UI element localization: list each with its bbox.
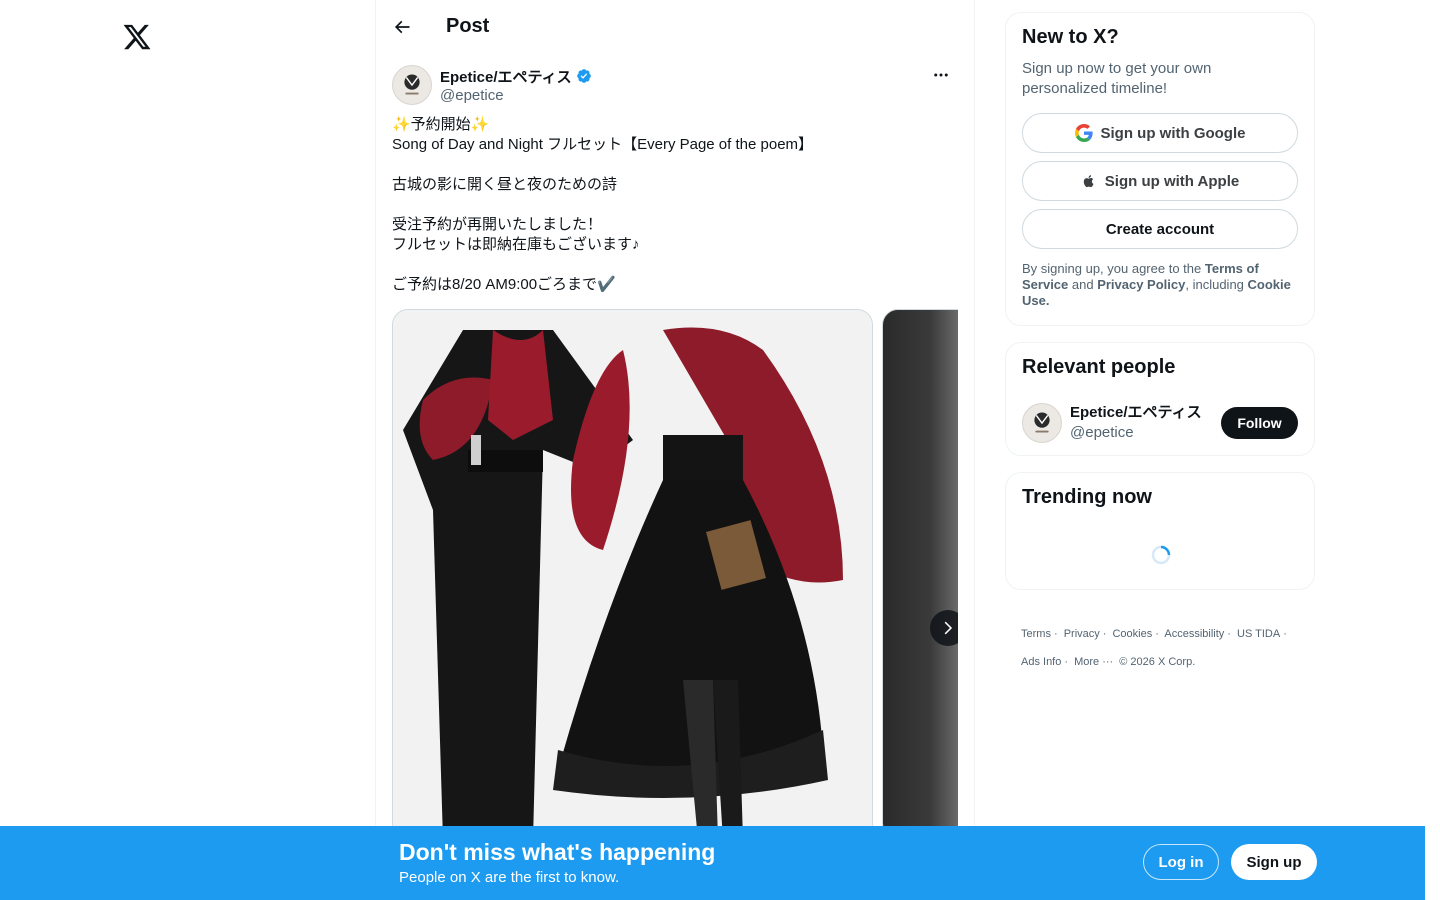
- login-button[interactable]: Log in: [1143, 844, 1219, 880]
- top-bar: Post: [376, 0, 974, 53]
- tweet-line: [392, 255, 958, 275]
- avatar[interactable]: [392, 65, 432, 105]
- signup-google-label: Sign up with Google: [1100, 124, 1246, 142]
- footer-separator: ·: [1102, 628, 1107, 640]
- footer-links: Terms · Privacy · Cookies · Accessibility · …: [1021, 620, 1311, 676]
- media-image[interactable]: [392, 309, 873, 839]
- google-icon: [1074, 124, 1093, 142]
- bottom-signup-banner: Don't miss what's happening People on X …: [0, 826, 1425, 900]
- tweet-line: [392, 195, 958, 215]
- create-account-label: Create account: [1105, 220, 1215, 238]
- legal-and: and: [1068, 277, 1098, 292]
- footer-link-privacy[interactable]: Privacy: [1064, 628, 1100, 640]
- create-account-button[interactable]: Create account: [1022, 209, 1298, 249]
- footer-row: Terms · Privacy · Cookies · Accessibility · …: [1021, 620, 1311, 648]
- signup-title: New to X?: [1022, 26, 1119, 48]
- tweet-line: ✨予約開始✨: [392, 116, 490, 133]
- signup-panel: New to X? Sign up now to get your own pe…: [1005, 12, 1315, 326]
- signup-apple-button[interactable]: Sign up with Apple: [1022, 161, 1298, 201]
- footer-link-accessibility[interactable]: Accessibility: [1164, 628, 1224, 640]
- loading-spinner-icon: [1151, 545, 1171, 565]
- signup-google-button[interactable]: Sign up with Google: [1022, 113, 1298, 153]
- signup-subtitle: Sign up now to get your own personalized…: [1022, 60, 1212, 97]
- back-arrow-icon[interactable]: [392, 17, 412, 37]
- footer-separator: ·: [1053, 628, 1058, 640]
- footer-separator: ·: [1283, 628, 1287, 640]
- apple-icon: [1081, 172, 1097, 190]
- footer-link-us-tida[interactable]: US TIDA: [1237, 628, 1280, 640]
- follow-button[interactable]: Follow: [1221, 407, 1298, 439]
- tweet-text: ✨予約開始✨ Song of Day and Night フルセット【Every…: [376, 115, 974, 295]
- main-column: Post Epetice/エペティス @epetice ✨予約開始✨ Song …: [375, 0, 975, 900]
- footer-link-terms[interactable]: Terms: [1021, 628, 1051, 640]
- x-logo-icon[interactable]: [122, 22, 152, 52]
- footer-separator: ·: [1064, 656, 1069, 668]
- tweet-header: Epetice/エペティス @epetice: [376, 53, 974, 115]
- person-row[interactable]: Epetice/エペティス @epetice Follow: [1022, 403, 1298, 443]
- trending-title: Trending now: [1022, 486, 1152, 508]
- footer-link-cookies[interactable]: Cookies: [1112, 628, 1152, 640]
- banner-title: Don't miss what's happening: [399, 839, 716, 865]
- person-meta: Epetice/エペティス @epetice: [1070, 403, 1202, 443]
- banner-subtitle: People on X are the first to know.: [399, 869, 620, 886]
- legal-prefix: By signing up, you agree to the: [1022, 261, 1205, 276]
- left-nav: [0, 0, 375, 900]
- legal-suffix: .: [1045, 293, 1050, 308]
- author-name-row[interactable]: Epetice/エペティス: [440, 66, 592, 86]
- tweet-line: Song of Day and Night フルセット【Every Page o…: [392, 136, 814, 153]
- author-name[interactable]: Epetice/エペティス: [440, 66, 572, 87]
- person-name[interactable]: Epetice/エペティス: [1070, 403, 1202, 423]
- more-horizontal-icon[interactable]: [924, 65, 958, 85]
- trending-panel: Trending now: [1005, 472, 1315, 590]
- page-title: Post: [446, 15, 490, 37]
- avatar[interactable]: [1022, 403, 1062, 443]
- signup-button[interactable]: Sign up: [1231, 844, 1317, 880]
- footer-link-more[interactable]: More ···: [1074, 656, 1113, 668]
- signup-apple-label: Sign up with Apple: [1104, 172, 1240, 190]
- footer-separator: ·: [1155, 628, 1159, 640]
- footer-link-ads-info[interactable]: Ads Info: [1021, 656, 1061, 668]
- person-handle[interactable]: @epetice: [1070, 423, 1202, 443]
- author-block: Epetice/エペティス @epetice: [440, 66, 592, 115]
- footer-row: Ads Info · More ··· © 2026 X Corp.: [1021, 648, 1311, 676]
- chevron-right-icon[interactable]: [930, 610, 958, 646]
- relevant-people-title: Relevant people: [1022, 356, 1176, 378]
- verified-badge-icon: [576, 68, 592, 84]
- tweet-line: [392, 155, 958, 175]
- media-carousel: [392, 309, 958, 839]
- signup-legal-text: By signing up, you agree to the Terms of…: [1022, 261, 1302, 309]
- media-image[interactable]: [882, 309, 958, 839]
- privacy-link[interactable]: Privacy Policy: [1097, 277, 1185, 292]
- relevant-people-panel: Relevant people Epetice/エペティス @epetice F…: [1005, 342, 1315, 456]
- tweet-line: 受注予約が再開いたしました！: [392, 216, 603, 233]
- footer-copyright: © 2026 X Corp.: [1119, 656, 1196, 668]
- legal-including: , including: [1185, 277, 1248, 292]
- tweet-line: フルセットは即納在庫もございます♪: [392, 236, 640, 253]
- author-handle[interactable]: @epetice: [440, 86, 592, 106]
- tweet-line: 古城の影に開く昼と夜のための詩: [392, 176, 618, 193]
- tweet-line: ご予約は8/20 AM9:00ごろまで✔️: [392, 276, 616, 293]
- footer-separator: ·: [1227, 628, 1231, 640]
